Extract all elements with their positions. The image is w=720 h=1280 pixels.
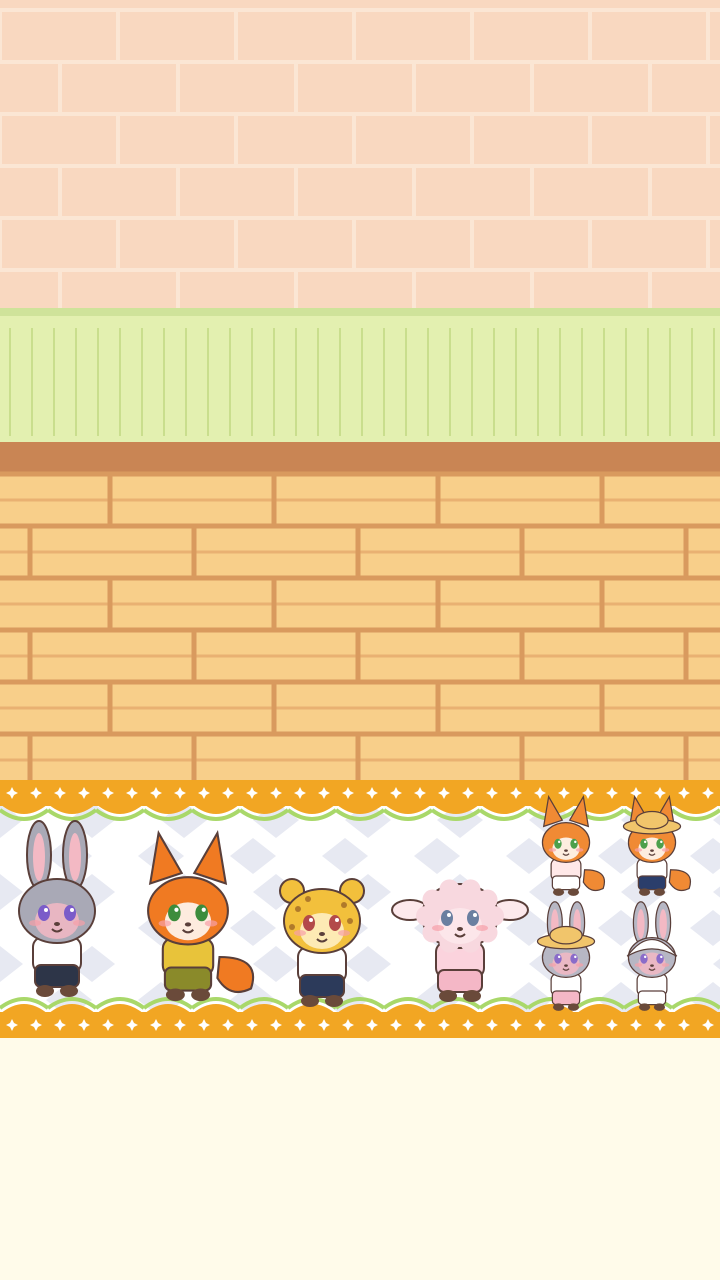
game-scene <box>0 0 720 1280</box>
character-shelf <box>0 780 720 1038</box>
upper-brick-wall <box>0 0 720 310</box>
cream-floor <box>0 1038 720 1280</box>
green-wainscot <box>0 316 720 442</box>
wood-rail <box>0 442 720 472</box>
room-background <box>0 0 720 1280</box>
wainscot-top-trim <box>0 308 720 316</box>
